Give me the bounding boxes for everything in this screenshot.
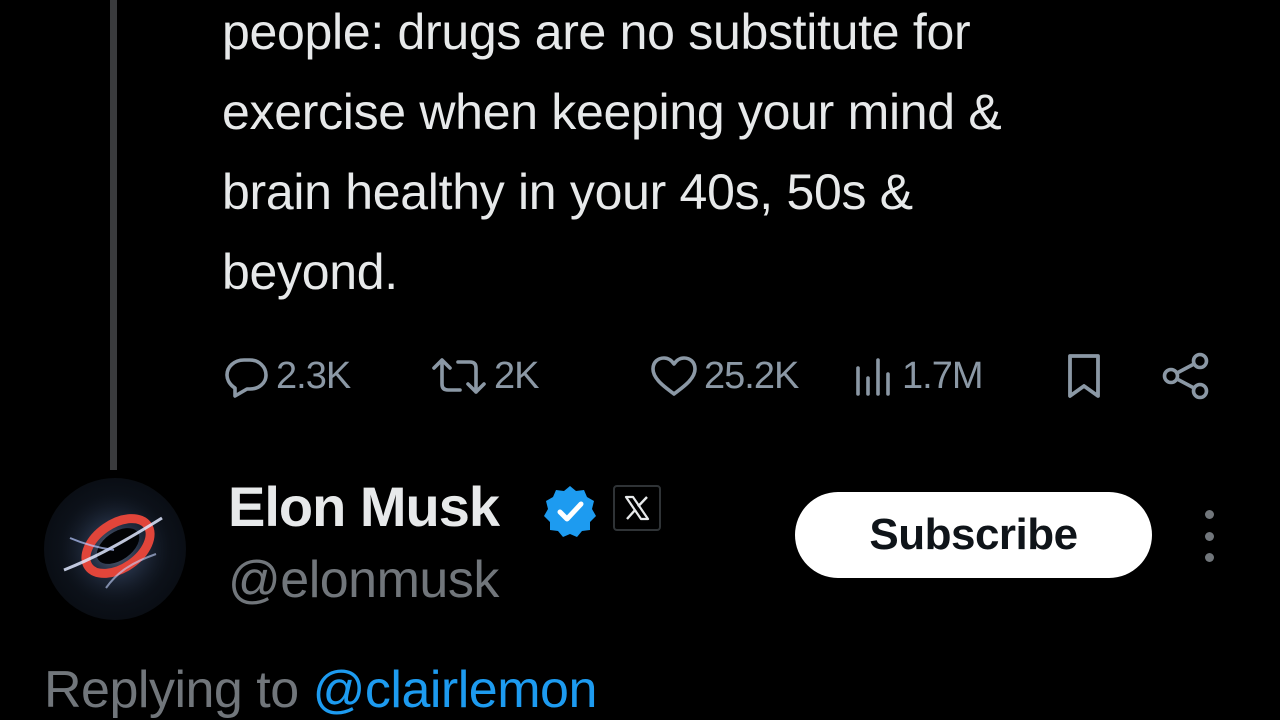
share-button[interactable] [1160,348,1212,404]
like-count: 25.2K [704,354,799,397]
reply-icon [225,358,268,398]
heart-icon [651,356,697,396]
x-affiliate-badge [613,485,661,531]
repost-icon [432,358,486,394]
tweet-text-line: exercise when keeping your mind & [222,84,1002,140]
thread-connector-line [110,0,117,470]
views-count: 1.7M [902,354,983,397]
tweet-text-line: people: drugs are no substitute for [222,4,971,60]
share-icon [1162,352,1209,400]
author-handle[interactable]: @elonmusk [228,550,499,610]
repost-button[interactable]: 2K [430,348,539,404]
bookmark-button[interactable] [1062,348,1106,404]
replying-to-label: Replying to [44,661,313,719]
subscribe-button[interactable]: Subscribe [795,492,1152,578]
bookmark-icon [1068,354,1100,398]
replying-to-line: Replying to @clairlemon [44,660,597,720]
reply-count: 2.3K [276,354,351,397]
more-dot [1204,531,1214,541]
views-button[interactable]: 1.7M [852,348,983,404]
verified-badge-icon [544,486,596,537]
tweet-body: people: drugs are no substitute for exer… [222,0,1232,312]
tweet-text-line: brain healthy in your 40s, 50s & [222,164,913,220]
more-options-icon[interactable] [1196,510,1222,562]
tweet-action-bar: 2.3K 2K 25.2K 1.7M [222,348,1222,404]
repost-count: 2K [494,354,539,397]
black-hole-avatar-icon [55,489,175,609]
x-logo-icon [624,495,650,521]
replying-to-mention[interactable]: @clairlemon [313,661,598,719]
reply-button[interactable]: 2.3K [222,348,351,404]
tweet-text-line: beyond. [222,244,398,300]
more-dot [1204,553,1214,562]
more-dot [1204,510,1214,519]
author-name[interactable]: Elon Musk [228,474,500,539]
avatar[interactable] [44,478,186,620]
like-button[interactable]: 25.2K [648,348,799,404]
views-chart-icon [856,358,890,396]
tweet-thread-view: people: drugs are no substitute for exer… [0,0,1280,720]
